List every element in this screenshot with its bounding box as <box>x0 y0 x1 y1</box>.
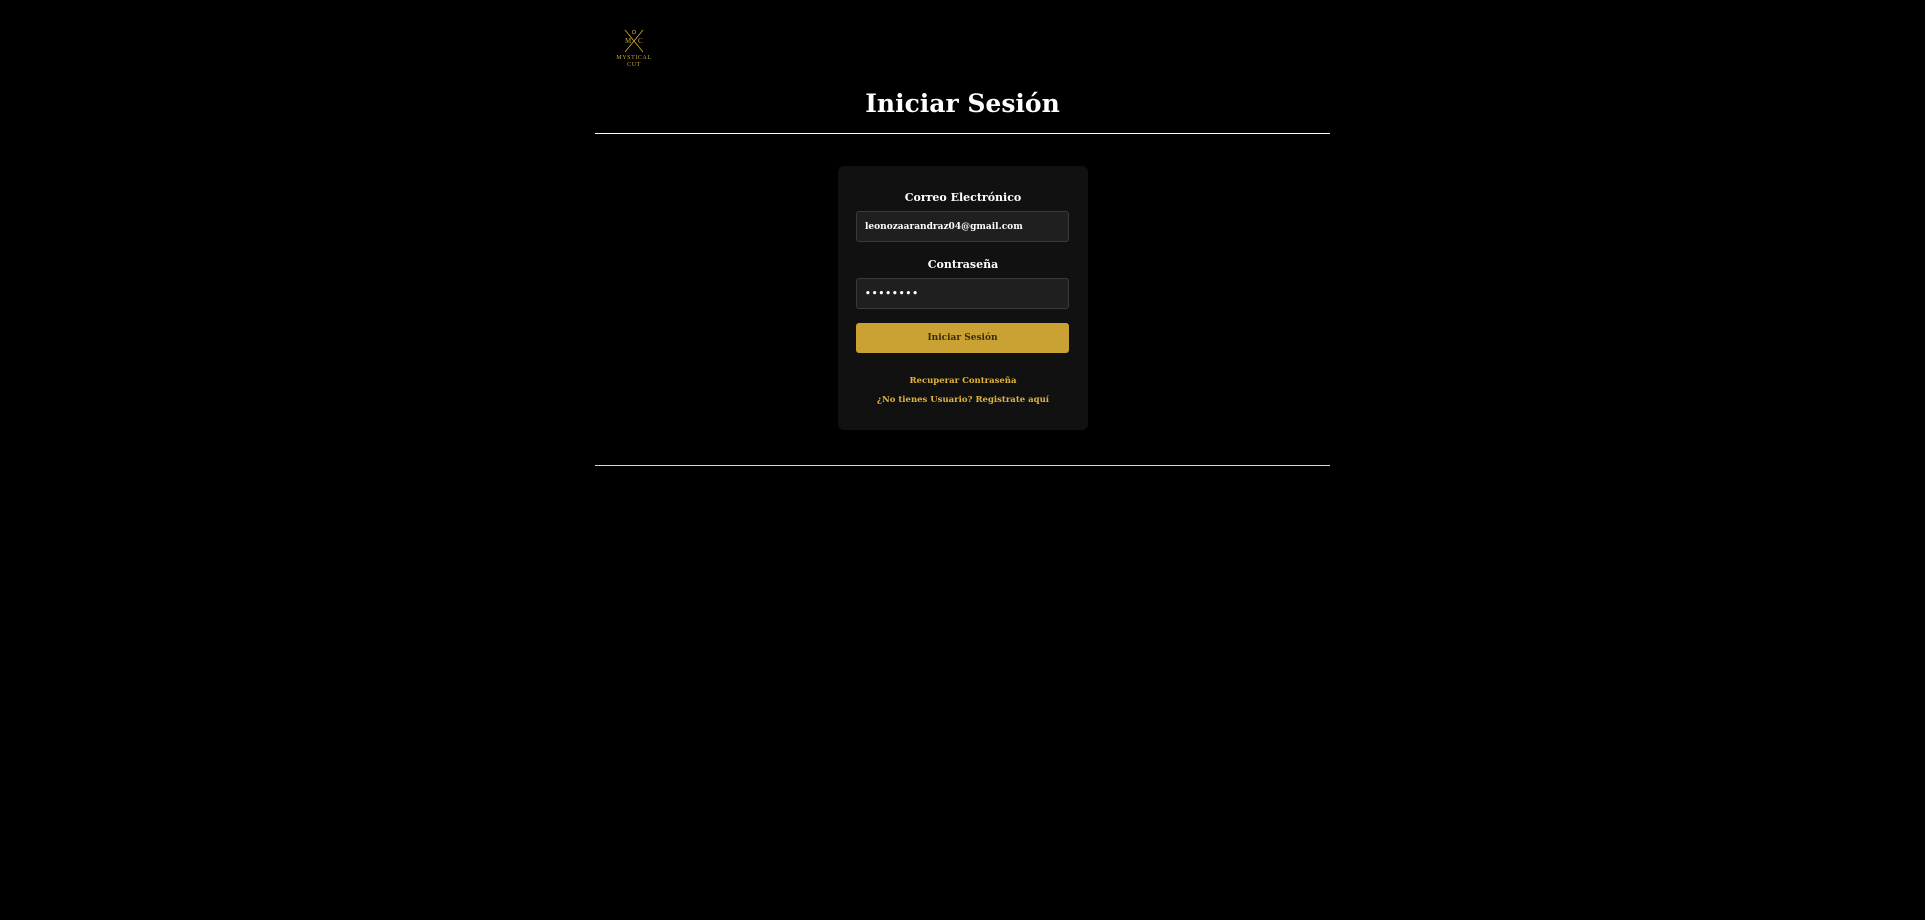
page-container: M C MYSTICAL CUT Iniciar Sesión Correo E… <box>595 0 1330 920</box>
login-card: Correo Electrónico Contraseña Iniciar Se… <box>838 166 1088 430</box>
password-field[interactable] <box>856 278 1069 309</box>
footer-divider <box>595 465 1330 466</box>
svg-text:C: C <box>638 37 643 45</box>
scissors-icon: M C <box>624 29 644 53</box>
email-label: Correo Electrónico <box>904 191 1022 204</box>
password-label: Contraseña <box>927 258 999 271</box>
login-button[interactable]: Iniciar Sesión <box>856 323 1069 353</box>
register-link[interactable]: ¿No tienes Usuario? Registrate aquí <box>838 395 1088 405</box>
brand-name: MYSTICAL CUT <box>616 55 652 68</box>
brand-logo[interactable]: M C MYSTICAL CUT <box>610 28 658 72</box>
recover-password-link[interactable]: Recuperar Contraseña <box>838 376 1088 386</box>
header-divider <box>595 133 1330 134</box>
svg-text:M: M <box>625 37 632 45</box>
page-title: Iniciar Sesión <box>865 89 1060 118</box>
email-field[interactable] <box>856 211 1069 242</box>
